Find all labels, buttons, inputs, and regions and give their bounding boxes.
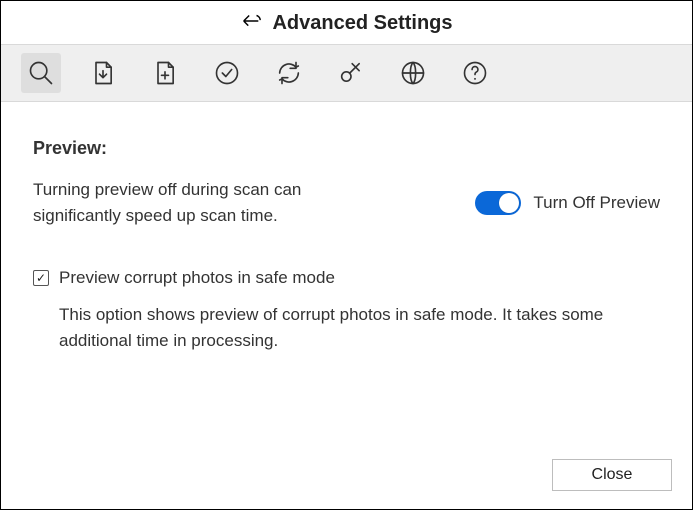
help-icon[interactable] [455,53,495,93]
window-title: Advanced Settings [272,12,452,35]
section-title-preview: Preview: [33,138,660,159]
safe-mode-row: ✓ Preview corrupt photos in safe mode [33,268,660,288]
doc-add-icon[interactable] [145,53,185,93]
content-pane: Preview: Turning preview off during scan… [1,102,692,449]
safe-mode-label: Preview corrupt photos in safe mode [59,268,335,288]
safe-mode-checkbox[interactable]: ✓ [33,270,49,286]
preview-toggle-row: Turning preview off during scan can sign… [33,177,660,228]
toggle-label: Turn Off Preview [533,193,660,213]
refresh-icon[interactable] [269,53,309,93]
toggle-wrap: Turn Off Preview [475,191,660,215]
key-icon[interactable] [331,53,371,93]
search-icon[interactable] [21,53,61,93]
toggle-knob [499,193,519,213]
globe-icon[interactable] [393,53,433,93]
toolbar [1,44,692,102]
check-circle-icon[interactable] [207,53,247,93]
doc-down-icon[interactable] [83,53,123,93]
close-button[interactable]: Close [552,459,672,491]
back-icon[interactable] [240,11,262,36]
turn-off-preview-toggle[interactable] [475,191,521,215]
safe-mode-description: This option shows preview of corrupt pho… [59,302,619,355]
footer: Close [1,449,692,509]
titlebar: Advanced Settings [1,1,692,44]
preview-description: Turning preview off during scan can sign… [33,177,373,228]
